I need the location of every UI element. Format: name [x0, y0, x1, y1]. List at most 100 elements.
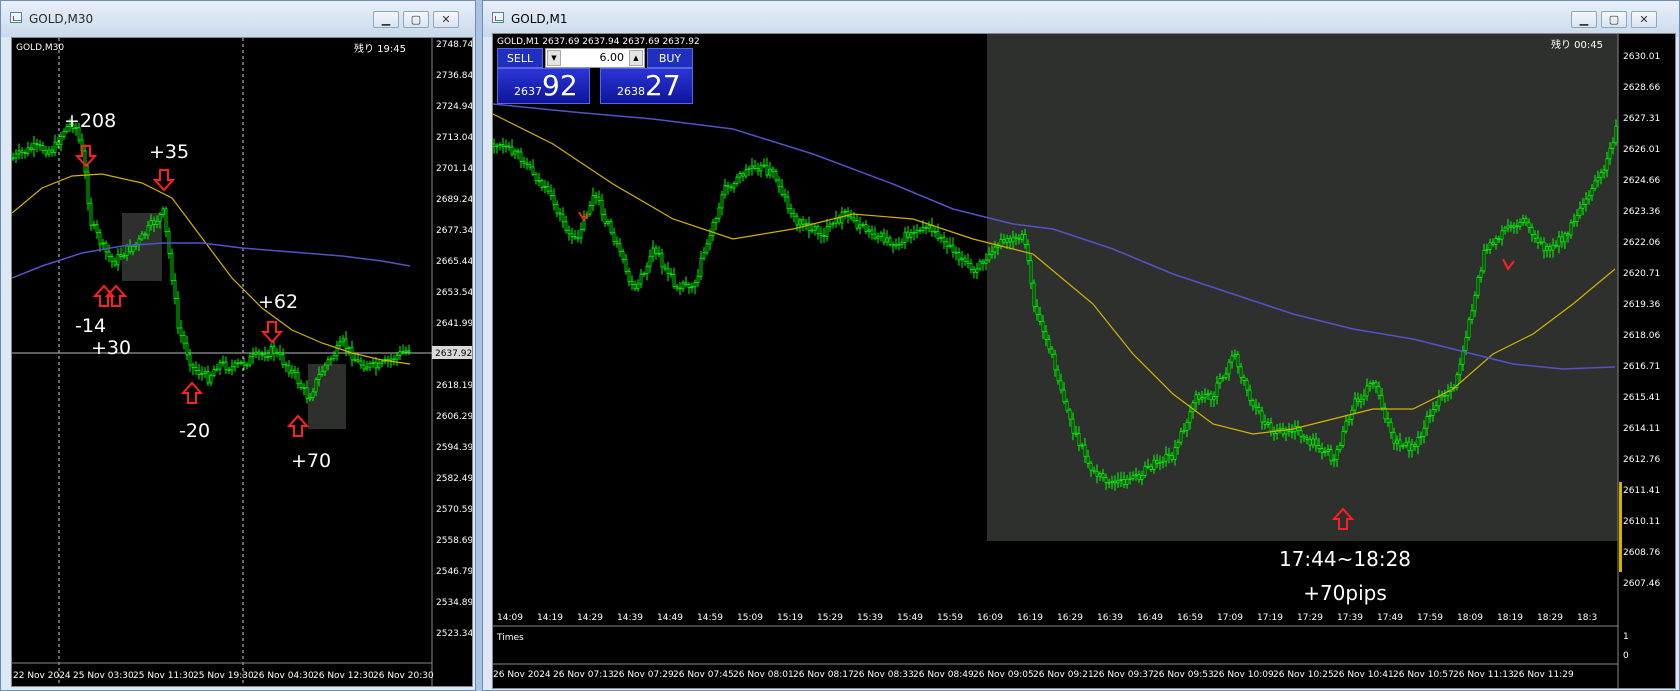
candle-body: [335, 345, 339, 357]
candle-body: [239, 361, 243, 364]
price-tick: 2618.19: [436, 381, 472, 391]
candle-body: [194, 367, 198, 371]
sell-button[interactable]: SELL: [497, 48, 543, 68]
candle-body: [1269, 422, 1273, 432]
price-tick: 2626.01: [1623, 145, 1660, 155]
candle-body: [831, 222, 835, 225]
candle-body: [122, 255, 126, 258]
candle-body: [1437, 396, 1441, 407]
candle-body: [612, 232, 616, 243]
candle-body: [26, 147, 30, 154]
time-tick: 18:19: [1497, 613, 1523, 623]
candle-body: [1203, 394, 1207, 399]
candle-body: [525, 162, 529, 166]
candle-body: [1422, 427, 1426, 437]
candle-body: [47, 149, 51, 155]
candle-body: [1086, 455, 1090, 464]
price-tick: 2624.66: [1623, 176, 1660, 186]
sell-price-box[interactable]: 2637 92: [497, 68, 590, 104]
candle-body: [627, 270, 631, 283]
buy-arrow-icon: [180, 381, 204, 404]
candle-body: [1128, 478, 1132, 480]
candle-body: [1470, 310, 1474, 321]
buy-button[interactable]: BUY: [647, 48, 693, 68]
time-tick: 14:29: [577, 613, 603, 623]
candle-body: [260, 353, 264, 356]
candle-body: [1251, 400, 1255, 407]
candle-body: [1155, 459, 1159, 464]
candle-body: [92, 224, 96, 226]
candle-body: [62, 130, 66, 137]
candle-body: [209, 374, 213, 384]
candle-body: [651, 247, 655, 257]
candle-body: [1260, 410, 1264, 423]
candle-body: [1308, 438, 1312, 446]
candle-body: [1002, 239, 1006, 243]
candle-body: [1197, 394, 1201, 400]
candle-body: [672, 274, 676, 287]
candle-body: [1020, 233, 1024, 240]
candle-body: [1515, 225, 1519, 228]
annot-minus14: -14: [75, 315, 106, 337]
candle-body: [942, 236, 946, 243]
candle-body: [1326, 449, 1330, 452]
candle-body: [564, 221, 568, 231]
candle-body: [1479, 270, 1483, 278]
left-chart-area[interactable]: +208 +35 -14 +30 +62 -20 +70 2748.74 2736…: [11, 37, 473, 687]
time-tick: 18:3: [1577, 613, 1597, 623]
candle-body: [1599, 172, 1603, 179]
candle-body: [1365, 385, 1369, 397]
candle-body: [1371, 382, 1375, 385]
candle-body: [1572, 221, 1576, 224]
candle-body: [110, 256, 114, 262]
candle-body: [822, 235, 826, 238]
close-button[interactable]: ✕: [433, 11, 459, 28]
right-chart-area[interactable]: 17:44~18:28 +70pips 2630.01 2628.66 2627.3…: [492, 33, 1676, 689]
candle-body: [561, 213, 565, 223]
candle-body: [1419, 436, 1423, 438]
candle-body: [1176, 441, 1180, 449]
candle-body: [852, 217, 856, 221]
time-tick: 26 Nov 10:41: [1333, 670, 1394, 680]
candle-body: [597, 196, 601, 201]
time-tick: 15:49: [897, 613, 923, 623]
candle-body: [1536, 237, 1540, 244]
candle-body: [341, 338, 345, 343]
left-title-bar[interactable]: GOLD,M30 ▁ ▢ ✕: [1, 1, 475, 37]
candle-body: [1158, 461, 1162, 464]
maximize-button[interactable]: ▢: [1601, 11, 1627, 28]
price-tick: 2677.34: [436, 226, 472, 236]
lot-increase-icon[interactable]: ▲: [629, 50, 643, 66]
time-tick: 15:29: [817, 613, 843, 623]
candle-body: [131, 245, 135, 253]
candle-body: [1257, 407, 1261, 412]
candle-body: [1227, 361, 1231, 375]
candle-body: [1215, 382, 1219, 397]
right-title-bar[interactable]: GOLD,M1 ▁ ▢ ✕: [483, 1, 1679, 37]
close-button[interactable]: ✕: [1631, 11, 1657, 28]
lot-size-input[interactable]: ▼ 6.00 ▲: [545, 48, 645, 68]
sell-arrow-icon: [152, 169, 176, 192]
candle-body: [1314, 438, 1318, 446]
candle-body: [636, 283, 640, 290]
minimize-button[interactable]: ▁: [1571, 11, 1597, 28]
candle-body: [1116, 479, 1120, 484]
candle-body: [1428, 415, 1432, 417]
minimize-button[interactable]: ▁: [373, 11, 399, 28]
maximize-button[interactable]: ▢: [403, 11, 429, 28]
candle-body: [1338, 445, 1342, 451]
buy-price-box[interactable]: 2638 27: [600, 68, 693, 104]
sub-window-label: Times: [496, 633, 524, 643]
candle-body: [1149, 465, 1153, 470]
candle-body: [522, 160, 526, 164]
candle-body: [350, 347, 354, 361]
candle-body: [1551, 244, 1555, 251]
price-tick: 2616.71: [1623, 362, 1660, 372]
candle-body: [1473, 294, 1477, 312]
candle-body: [1200, 397, 1204, 400]
candle-body: [543, 186, 547, 188]
candle-body: [951, 244, 955, 253]
lot-decrease-icon[interactable]: ▼: [547, 50, 561, 66]
candle-body: [14, 153, 18, 159]
candle-body: [95, 224, 99, 234]
